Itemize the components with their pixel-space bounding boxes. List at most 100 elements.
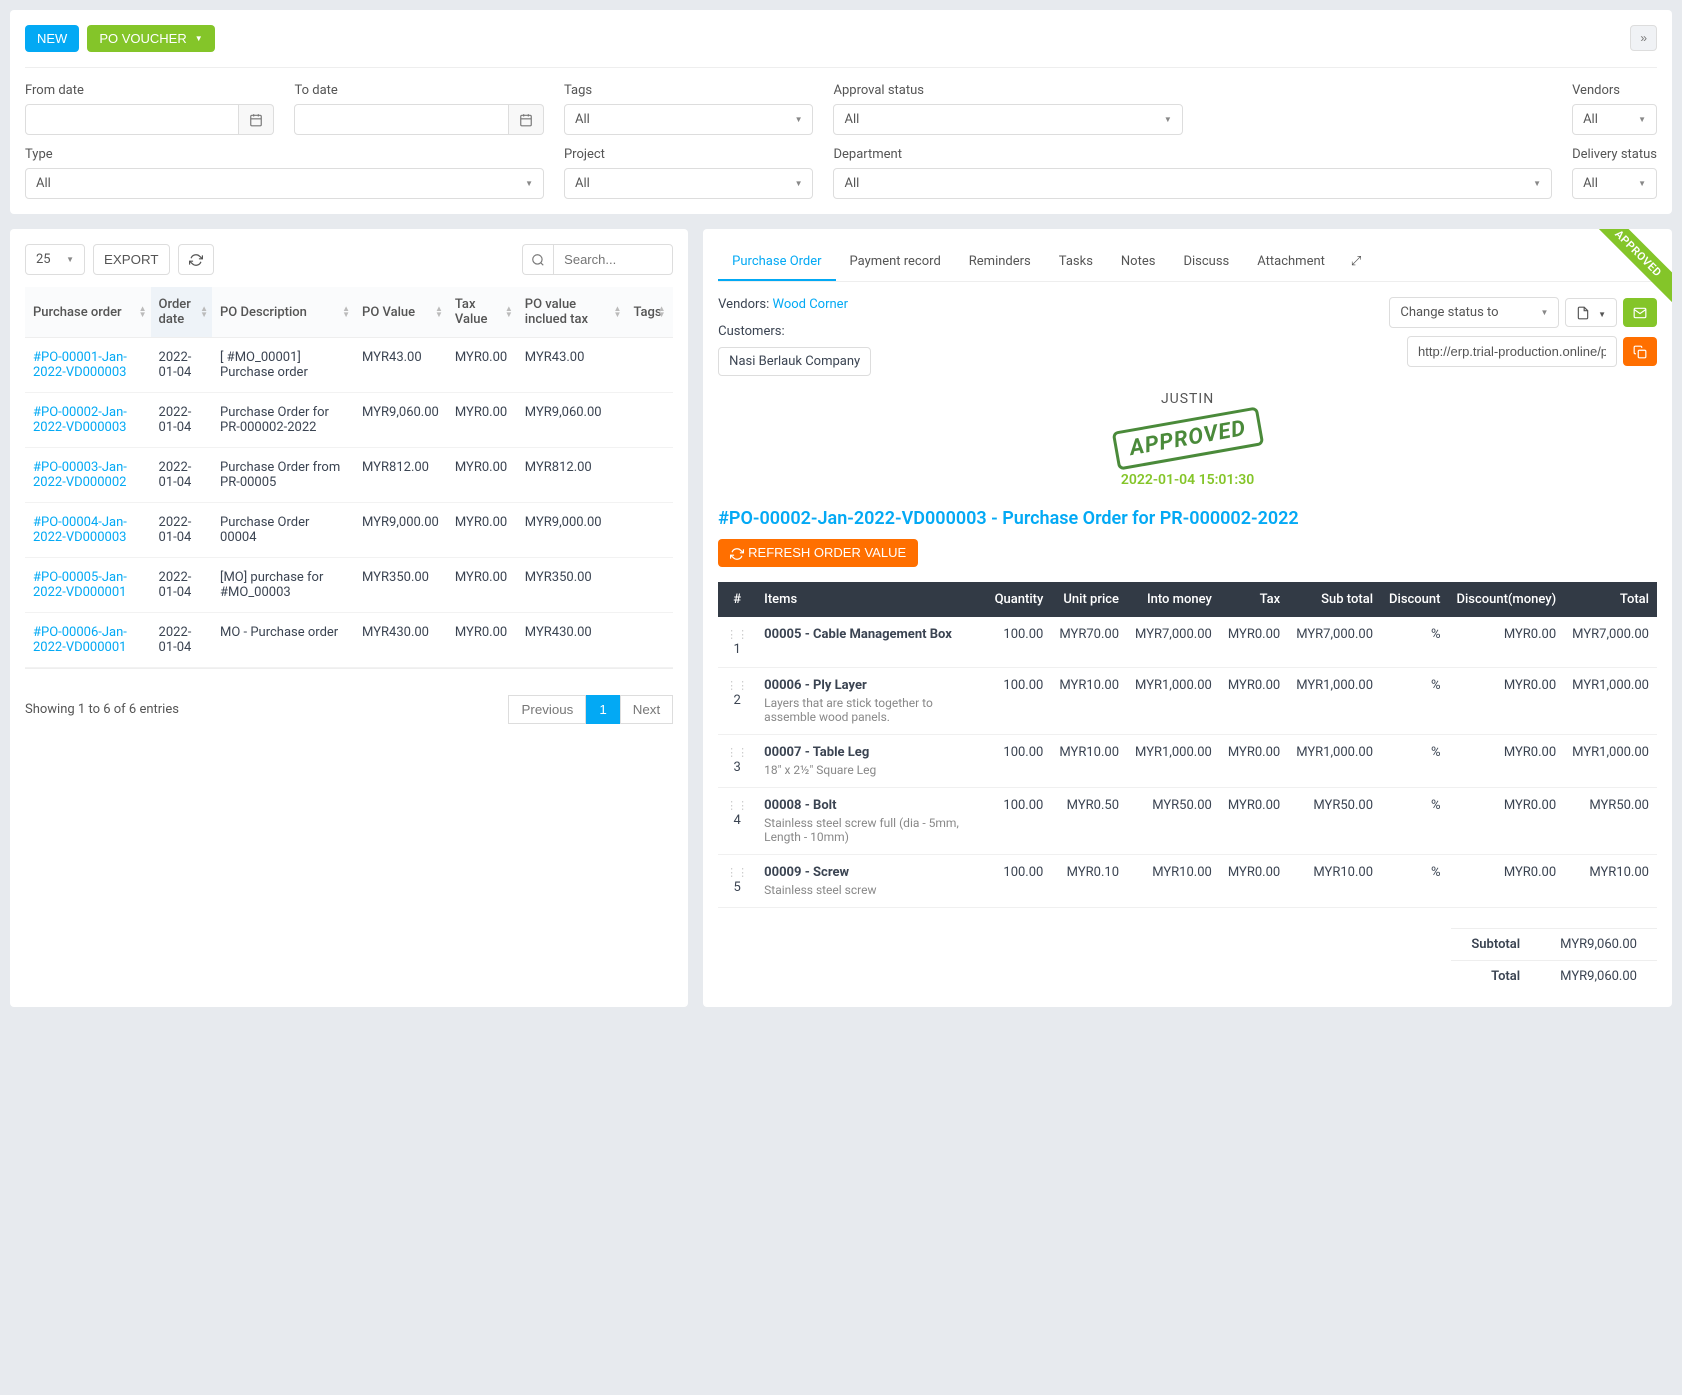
share-url-input[interactable] (1407, 336, 1617, 367)
po-voucher-button[interactable]: PO VOUCHER (87, 25, 214, 52)
refresh-order-value-button[interactable]: REFRESH ORDER VALUE (718, 539, 918, 567)
customer-chip[interactable]: Nasi Berlauk Company (718, 347, 871, 376)
calendar-icon[interactable] (509, 104, 544, 135)
po-list-panel: 25 EXPORT Purchase orde (10, 229, 688, 1007)
calendar-icon[interactable] (239, 104, 274, 135)
type-select[interactable]: All (25, 168, 544, 199)
collapse-panel-button[interactable]: » (1630, 25, 1657, 51)
po-link[interactable]: #PO-00003-Jan-2022-VD000002 (33, 460, 127, 490)
email-button[interactable] (1623, 298, 1657, 327)
filter-tags: Tags All (564, 83, 814, 135)
filter-delivery-status: Delivery status All (1572, 147, 1657, 199)
po-table: Purchase order▲▼ Order date▲▼ PO Descrip… (25, 287, 673, 668)
export-button[interactable]: EXPORT (93, 244, 170, 275)
col-value[interactable]: PO Value▲▼ (354, 287, 447, 338)
copy-url-button[interactable] (1623, 337, 1657, 366)
po-title: #PO-00002-Jan-2022-VD000003 - Purchase O… (718, 508, 1657, 529)
vendors-select[interactable]: All (1572, 104, 1657, 135)
chevron-right-icon: » (1640, 31, 1647, 45)
filter-type: Type All (25, 147, 544, 199)
tab-payment-record[interactable]: Payment record (836, 244, 955, 281)
envelope-icon (1633, 305, 1647, 320)
po-detail-panel: Approved Purchase Order Payment record R… (703, 229, 1672, 1007)
from-date-input[interactable] (25, 104, 239, 135)
item-row: ⋮⋮ 3 00007 - Table Leg18" x 2½" Square L… (718, 734, 1657, 787)
tab-attachment[interactable]: Attachment (1243, 244, 1339, 281)
col-status[interactable]: Status (670, 287, 674, 338)
table-row[interactable]: #PO-00006-Jan-2022-VD000001 2022-01-04 M… (25, 613, 673, 668)
filter-project: Project All (564, 147, 814, 199)
col-order[interactable]: Purchase order▲▼ (25, 287, 151, 338)
col-items: Items (756, 582, 986, 617)
filter-department: Department All (833, 147, 1552, 199)
drag-handle-icon[interactable]: ⋮⋮ (726, 866, 748, 879)
tab-reminders[interactable]: Reminders (955, 244, 1045, 281)
tags-select[interactable]: All (564, 104, 814, 135)
next-page-button[interactable]: Next (620, 695, 673, 724)
col-qty: Quantity (987, 582, 1052, 617)
prev-page-button[interactable]: Previous (508, 695, 586, 724)
filter-approval-status: Approval status All (833, 83, 1182, 135)
toolbar: NEW PO VOUCHER (25, 25, 1657, 68)
col-incl[interactable]: PO value inclued tax▲▼ (517, 287, 626, 338)
col-row-num: # (718, 582, 756, 617)
change-status-select[interactable]: Change status to (1389, 297, 1559, 328)
page-size-select[interactable]: 25 (25, 244, 85, 275)
col-discm: Discount(money) (1448, 582, 1564, 617)
approval-status-select[interactable]: All (833, 104, 1182, 135)
detail-tabs: Purchase Order Payment record Reminders … (718, 244, 1657, 282)
tab-discuss[interactable]: Discuss (1169, 244, 1243, 281)
page-1-button[interactable]: 1 (586, 695, 619, 724)
pdf-dropdown-button[interactable] (1565, 298, 1617, 327)
po-link[interactable]: #PO-00001-Jan-2022-VD000003 (33, 350, 127, 380)
filter-to-date: To date (294, 83, 544, 135)
new-button[interactable]: NEW (25, 25, 79, 52)
table-row[interactable]: #PO-00002-Jan-2022-VD000003 2022-01-04 P… (25, 393, 673, 448)
table-row[interactable]: #PO-00003-Jan-2022-VD000002 2022-01-04 P… (25, 448, 673, 503)
customers-label: Customers: (718, 324, 1369, 339)
table-row[interactable]: #PO-00005-Jan-2022-VD000001 2022-01-04 [… (25, 558, 673, 613)
po-link[interactable]: #PO-00005-Jan-2022-VD000001 (33, 570, 127, 600)
col-tax: Tax (1220, 582, 1288, 617)
filter-panel: » NEW PO VOUCHER From date To date (10, 10, 1672, 214)
drag-handle-icon[interactable]: ⋮⋮ (726, 628, 748, 641)
col-sub: Sub total (1288, 582, 1381, 617)
drag-handle-icon[interactable]: ⋮⋮ (726, 746, 748, 759)
subtotal-value: MYR9,060.00 (1540, 928, 1657, 960)
refresh-icon (730, 545, 744, 561)
horizontal-scrollbar[interactable] (25, 673, 673, 685)
vendor-link[interactable]: Wood Corner (773, 297, 848, 312)
delivery-status-select[interactable]: All (1572, 168, 1657, 199)
showing-label: Showing 1 to 6 of 6 entries (25, 702, 179, 717)
item-row: ⋮⋮ 5 00009 - ScrewStainless steel screw … (718, 854, 1657, 907)
tab-tasks[interactable]: Tasks (1045, 244, 1107, 281)
search-input[interactable] (553, 244, 673, 275)
item-row: ⋮⋮ 4 00008 - BoltStainless steel screw f… (718, 787, 1657, 854)
department-select[interactable]: All (833, 168, 1552, 199)
col-tax[interactable]: Tax Value▲▼ (447, 287, 517, 338)
expand-button[interactable]: ⤢ (1339, 244, 1373, 281)
table-row[interactable]: #PO-00004-Jan-2022-VD000003 2022-01-04 P… (25, 503, 673, 558)
table-row[interactable]: #PO-00001-Jan-2022-VD000003 2022-01-04 [… (25, 338, 673, 393)
col-disc: Discount (1381, 582, 1448, 617)
approval-stamp: JUSTIN APPROVED 2022-01-04 15:01:30 (718, 391, 1657, 488)
col-desc[interactable]: PO Description▲▼ (212, 287, 354, 338)
drag-handle-icon[interactable]: ⋮⋮ (726, 679, 748, 692)
filter-vendors: Vendors All (1572, 83, 1657, 135)
to-date-input[interactable] (294, 104, 509, 135)
drag-handle-icon[interactable]: ⋮⋮ (726, 799, 748, 812)
item-row: ⋮⋮ 2 00006 - Ply LayerLayers that are st… (718, 667, 1657, 734)
refresh-icon (189, 252, 203, 267)
tab-notes[interactable]: Notes (1107, 244, 1170, 281)
po-link[interactable]: #PO-00004-Jan-2022-VD000003 (33, 515, 127, 545)
refresh-list-button[interactable] (178, 244, 214, 275)
col-date[interactable]: Order date▲▼ (151, 287, 212, 338)
tab-purchase-order[interactable]: Purchase Order (718, 244, 835, 281)
total-value: MYR9,060.00 (1540, 960, 1657, 992)
col-tags[interactable]: Tags▲▼ (625, 287, 669, 338)
po-link[interactable]: #PO-00006-Jan-2022-VD000001 (33, 625, 127, 655)
col-into: Into money (1127, 582, 1220, 617)
items-table: # Items Quantity Unit price Into money T… (718, 582, 1657, 908)
po-link[interactable]: #PO-00002-Jan-2022-VD000003 (33, 405, 127, 435)
project-select[interactable]: All (564, 168, 814, 199)
